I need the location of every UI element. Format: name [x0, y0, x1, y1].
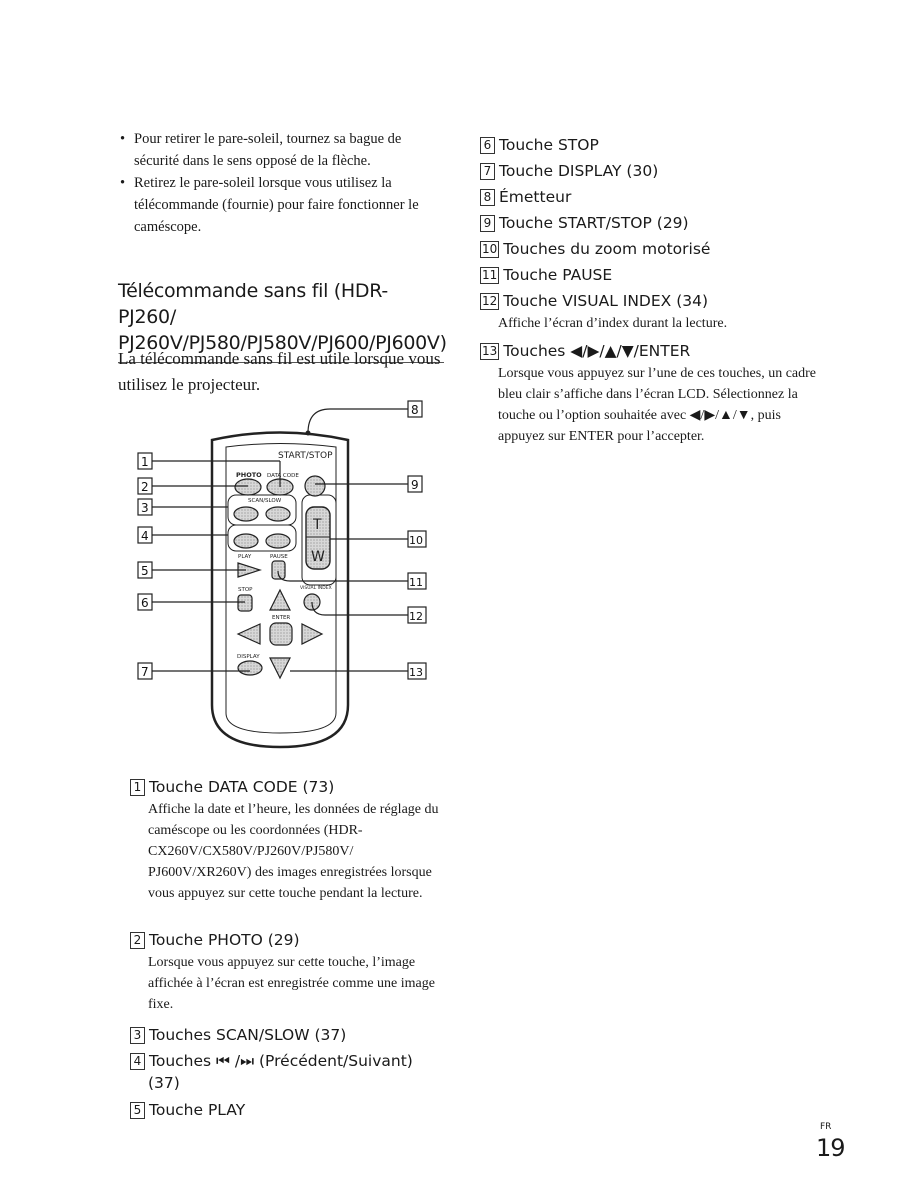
item-number: 2 — [130, 931, 145, 949]
item-title: Touche VISUAL INDEX (34) — [503, 292, 709, 310]
item-number: 1 — [130, 778, 145, 796]
remote-control-diagram: 1 2 3 4 5 6 7 8 9 10 11 12 13 START/STOP… — [137, 400, 427, 749]
list-item: 11 Touche PAUSE — [480, 264, 810, 286]
label-visual-index: VISUAL INDEX — [300, 585, 332, 591]
enter-button — [269, 622, 293, 646]
callout-10: 10 — [409, 534, 423, 547]
item-number: 10 — [480, 240, 500, 258]
item-number: 4 — [130, 1052, 145, 1070]
label-zoom-t: T — [312, 517, 322, 533]
list-item: 8 Émetteur — [480, 186, 810, 208]
callout-7: 7 — [141, 665, 149, 679]
callout-12: 12 — [409, 610, 423, 623]
item-number: 3 — [130, 1026, 145, 1044]
up-button — [269, 588, 291, 611]
label-pause: PAUSE — [270, 554, 288, 560]
item-title: Émetteur — [499, 188, 572, 206]
scan-rew-button — [233, 506, 259, 522]
item-title: Touche START/STOP (29) — [499, 214, 689, 232]
list-item: 9 Touche START/STOP (29) — [480, 212, 810, 234]
page-number: 19 — [816, 1134, 846, 1162]
callout-4: 4 — [141, 529, 149, 543]
right-button — [301, 623, 324, 645]
stop-button — [237, 594, 253, 612]
item-number: 5 — [130, 1101, 145, 1119]
label-zoom-w: W — [311, 549, 325, 565]
item-title: Touches ⏮ /⏭ (Précédent/Suivant) — [149, 1052, 413, 1070]
list-item: 2 Touche PHOTO (29) Lorsque vous appuyez … — [130, 929, 450, 1015]
callout-13: 13 — [409, 666, 423, 679]
label-scan-slow: SCAN/SLOW — [248, 498, 282, 504]
label-start-stop: START/STOP — [278, 451, 333, 461]
label-enter: ENTER — [272, 615, 290, 621]
list-item: 6 Touche STOP — [480, 134, 810, 156]
item-number: 12 — [480, 292, 500, 310]
label-data-code: DATA CODE — [267, 473, 299, 479]
item-desc: Lorsque vous appuyez sur cette touche, l… — [148, 955, 435, 1012]
item-number: 13 — [480, 342, 500, 360]
item-title: Touche DATA CODE (73) — [149, 778, 335, 796]
label-display: DISPLAY — [237, 654, 260, 660]
item-number: 8 — [480, 188, 495, 206]
item-title: Touche PAUSE — [503, 266, 613, 284]
callout-5: 5 — [141, 564, 149, 578]
label-play: PLAY — [238, 554, 252, 560]
callout-1: 1 — [141, 455, 149, 469]
page-language: FR — [820, 1122, 832, 1132]
list-item: 1 Touche DATA CODE (73) Affiche la date e… — [130, 776, 450, 904]
list-item: 5 Touche PLAY — [130, 1099, 450, 1121]
bullet-list: Pour retirer le pare-soleil, tournez sa … — [120, 128, 450, 238]
callout-6: 6 — [141, 596, 149, 610]
label-photo: PHOTO — [236, 471, 262, 479]
list-item: 3 Touches SCAN/SLOW (37) — [130, 1024, 450, 1046]
next-button — [265, 533, 291, 549]
start-stop-button — [304, 475, 326, 497]
display-button — [237, 660, 263, 676]
list-item: 7 Touche DISPLAY (30) — [480, 160, 810, 182]
list-item: 4 Touches ⏮ /⏭ (Précédent/Suivant) (37) — [130, 1050, 450, 1094]
item-number: 11 — [480, 266, 500, 284]
item-desc: Lorsque vous appuyez sur l’une de ces to… — [498, 366, 817, 444]
bullet-item: Pour retirer le pare-soleil, tournez sa … — [120, 128, 450, 172]
item-title: Touche PHOTO (29) — [149, 931, 300, 949]
item-number: 9 — [480, 214, 495, 232]
item-number: 6 — [480, 136, 495, 154]
list-item: 12 Touche VISUAL INDEX (34) Affiche l’écr… — [480, 290, 810, 334]
section-title-line1: Télécommande sans fil (HDR-PJ260/ — [118, 280, 388, 328]
photo-button — [234, 478, 262, 496]
callout-3: 3 — [141, 501, 149, 515]
item-title: Touche STOP — [499, 136, 599, 154]
item-desc: Affiche la date et l’heure, les données … — [148, 802, 439, 901]
callout-8: 8 — [411, 403, 419, 417]
item-title-continued: (37) — [148, 1074, 180, 1092]
list-item: 13 Touches ◀/▶/▲/▼/ENTER Lorsque vous app… — [480, 340, 816, 447]
item-title: Touches ◀/▶/▲/▼/ENTER — [503, 342, 691, 360]
list-item: 10 Touches du zoom motorisé — [480, 238, 810, 260]
prev-button — [233, 533, 259, 549]
section-intro: La télécommande sans fil est utile lorsq… — [118, 349, 441, 394]
item-desc: Affiche l’écran d’index durant la lectur… — [498, 316, 728, 331]
callout-2: 2 — [141, 480, 149, 494]
callout-11: 11 — [409, 576, 423, 589]
bullet-item: Retirez le pare-soleil lorsque vous util… — [120, 172, 450, 238]
item-title: Touches SCAN/SLOW (37) — [149, 1026, 347, 1044]
scan-ff-button — [265, 506, 291, 522]
item-title: Touches du zoom motorisé — [503, 240, 711, 258]
item-number: 7 — [480, 162, 495, 180]
item-title: Touche PLAY — [149, 1101, 246, 1119]
left-button — [236, 623, 261, 645]
callout-9: 9 — [411, 478, 419, 492]
down-button — [269, 657, 291, 680]
item-title: Touche DISPLAY (30) — [499, 162, 659, 180]
label-stop: STOP — [238, 587, 253, 593]
